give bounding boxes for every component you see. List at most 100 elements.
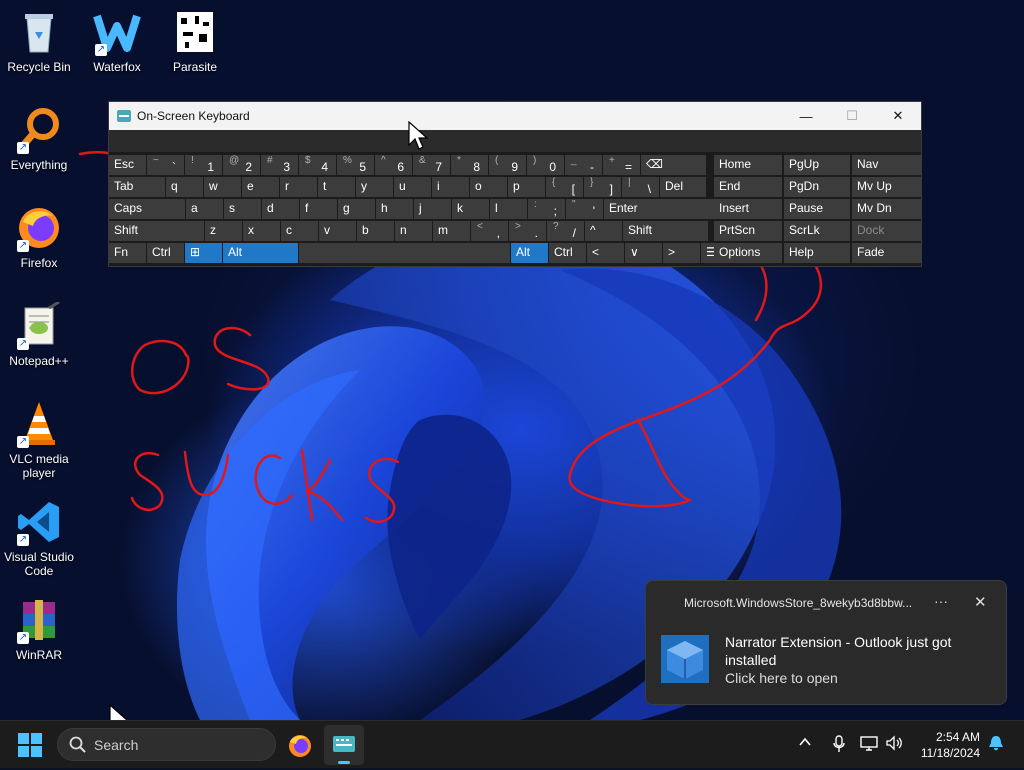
key-tab[interactable]: Tab [109,177,165,197]
network-icon[interactable] [860,735,878,754]
key-fn[interactable]: Fn [109,243,146,263]
key-z[interactable]: z [205,221,242,241]
key-pgdn[interactable]: PgDn [784,177,850,197]
key-del[interactable]: Del [660,177,706,197]
desktop[interactable]: Recycle Bin ↗ Waterfox Parasite ↗ Everyt… [0,0,1024,720]
key-r0k13[interactable]: + = [603,155,640,175]
key-k[interactable]: k [452,199,489,219]
key-q[interactable]: q [166,177,203,197]
system-clock[interactable]: 2:54 AM 11/18/2024 [918,729,980,761]
key-r[interactable]: r [280,177,317,197]
osk-titlebar[interactable]: On-Screen Keyboard — ☐ ✕ [109,102,921,130]
key-p[interactable]: p [508,177,545,197]
key-v[interactable]: v [319,221,356,241]
key-b[interactable]: b [357,221,394,241]
key-x[interactable]: x [243,221,280,241]
key-shift[interactable]: Shift [623,221,708,241]
key-options[interactable]: Options [714,243,782,263]
key-s[interactable]: s [224,199,261,219]
notification-close-button[interactable]: ✕ [974,593,987,611]
key-w[interactable]: w [204,177,241,197]
key-2[interactable]: @2 [223,155,260,175]
notification-bell-icon[interactable] [988,734,1004,755]
key-u[interactable]: u [394,177,431,197]
key-j[interactable]: j [414,199,451,219]
key-ctrl[interactable]: Ctrl [549,243,586,263]
key-right-arrow[interactable]: > [663,243,700,263]
on-screen-keyboard-window[interactable]: On-Screen Keyboard — ☐ ✕ Esc ~ `! 1 @2 #3 $4% 5… [108,101,922,267]
key-r1k12[interactable]: }] [584,177,621,197]
desktop-icon-firefox[interactable]: ↗ Firefox [0,204,78,270]
key-r0k1[interactable]: ~ ` [147,155,184,175]
key-g[interactable]: g [338,199,375,219]
key-5[interactable]: % 5 [337,155,374,175]
key-end[interactable]: End [714,177,782,197]
key-e[interactable]: e [242,177,279,197]
key-prtscn[interactable]: PrtScn [714,221,782,241]
show-hidden-icons-chevron-icon[interactable] [798,735,812,752]
key-mv-up[interactable]: Mv Up [852,177,921,197]
key-backspace[interactable]: ⌫ [641,155,706,175]
key-d[interactable]: d [262,199,299,219]
desktop-icon-vlc[interactable]: ↗ VLC media player [0,400,78,480]
key-3[interactable]: #3 [261,155,298,175]
key-caps[interactable]: Caps [109,199,185,219]
key-down-arrow[interactable]: ∨ [625,243,662,263]
key-n[interactable]: n [395,221,432,241]
notification-subtitle[interactable]: Click here to open [725,670,838,686]
microphone-icon[interactable] [832,735,846,756]
key-7[interactable]: & 7 [413,155,450,175]
desktop-icon-recycle-bin[interactable]: Recycle Bin [0,8,78,74]
desktop-icon-winrar[interactable]: ↗ WinRAR [0,596,78,662]
maximize-button[interactable]: ☐ [829,102,875,130]
desktop-icon-waterfox[interactable]: ↗ Waterfox [78,8,156,74]
key-alt[interactable]: Alt [223,243,298,263]
key-insert[interactable]: Insert [714,199,782,219]
key-f[interactable]: f [300,199,337,219]
key-i[interactable]: i [432,177,469,197]
key-r3k10[interactable]: ? / [547,221,584,241]
key-nav[interactable]: Nav [852,155,921,175]
key-r1k11[interactable]: {[ [546,177,583,197]
key-ctrl[interactable]: Ctrl [147,243,184,263]
key-h[interactable]: h [376,199,413,219]
key-r2k10[interactable]: :; [528,199,565,219]
key-spacebar[interactable] [299,243,510,263]
close-button[interactable]: ✕ [875,102,921,130]
key-home[interactable]: Home [714,155,782,175]
desktop-icon-vscode[interactable]: ↗ Visual Studio Code [0,498,78,578]
key-9[interactable]: (9 [489,155,526,175]
key-r0k12[interactable]: _ - [565,155,602,175]
key-r3k9[interactable]: >. [509,221,546,241]
key-6[interactable]: ^ 6 [375,155,412,175]
minimize-button[interactable]: — [783,102,829,130]
notification-toast[interactable]: Microsoft.WindowsStore_8wekyb3d8bbw... ·… [645,580,1007,705]
key-alt[interactable]: Alt [511,243,548,263]
key-scrlk[interactable]: ScrLk [784,221,850,241]
key-help[interactable]: Help [784,243,850,263]
key-1[interactable]: ! 1 [185,155,222,175]
key-r1k13[interactable]: | \ [622,177,659,197]
key-fade[interactable]: Fade [852,243,921,263]
more-options-button[interactable]: ··· [934,593,948,609]
key-up-arrow[interactable]: ^ [585,221,622,241]
key-pgup[interactable]: PgUp [784,155,850,175]
key-esc[interactable]: Esc [109,155,146,175]
desktop-icon-parasite[interactable]: Parasite [156,8,234,74]
volume-icon[interactable] [885,735,903,754]
key-pause[interactable]: Pause [784,199,850,219]
taskbar-on-screen-keyboard[interactable] [324,725,364,765]
key-l[interactable]: l [490,199,527,219]
key-a[interactable]: a [186,199,223,219]
taskbar-firefox[interactable] [280,725,320,765]
key-c[interactable]: c [281,221,318,241]
key-r3k8[interactable]: <, [471,221,508,241]
key-t[interactable]: t [318,177,355,197]
key-left-arrow[interactable]: < [587,243,624,263]
key-r2k11[interactable]: " ' [566,199,603,219]
key-mv-dn[interactable]: Mv Dn [852,199,921,219]
taskbar-search-box[interactable]: Search [57,728,276,761]
key-m[interactable]: m [433,221,470,241]
key-8[interactable]: * 8 [451,155,488,175]
start-button[interactable] [18,733,42,757]
